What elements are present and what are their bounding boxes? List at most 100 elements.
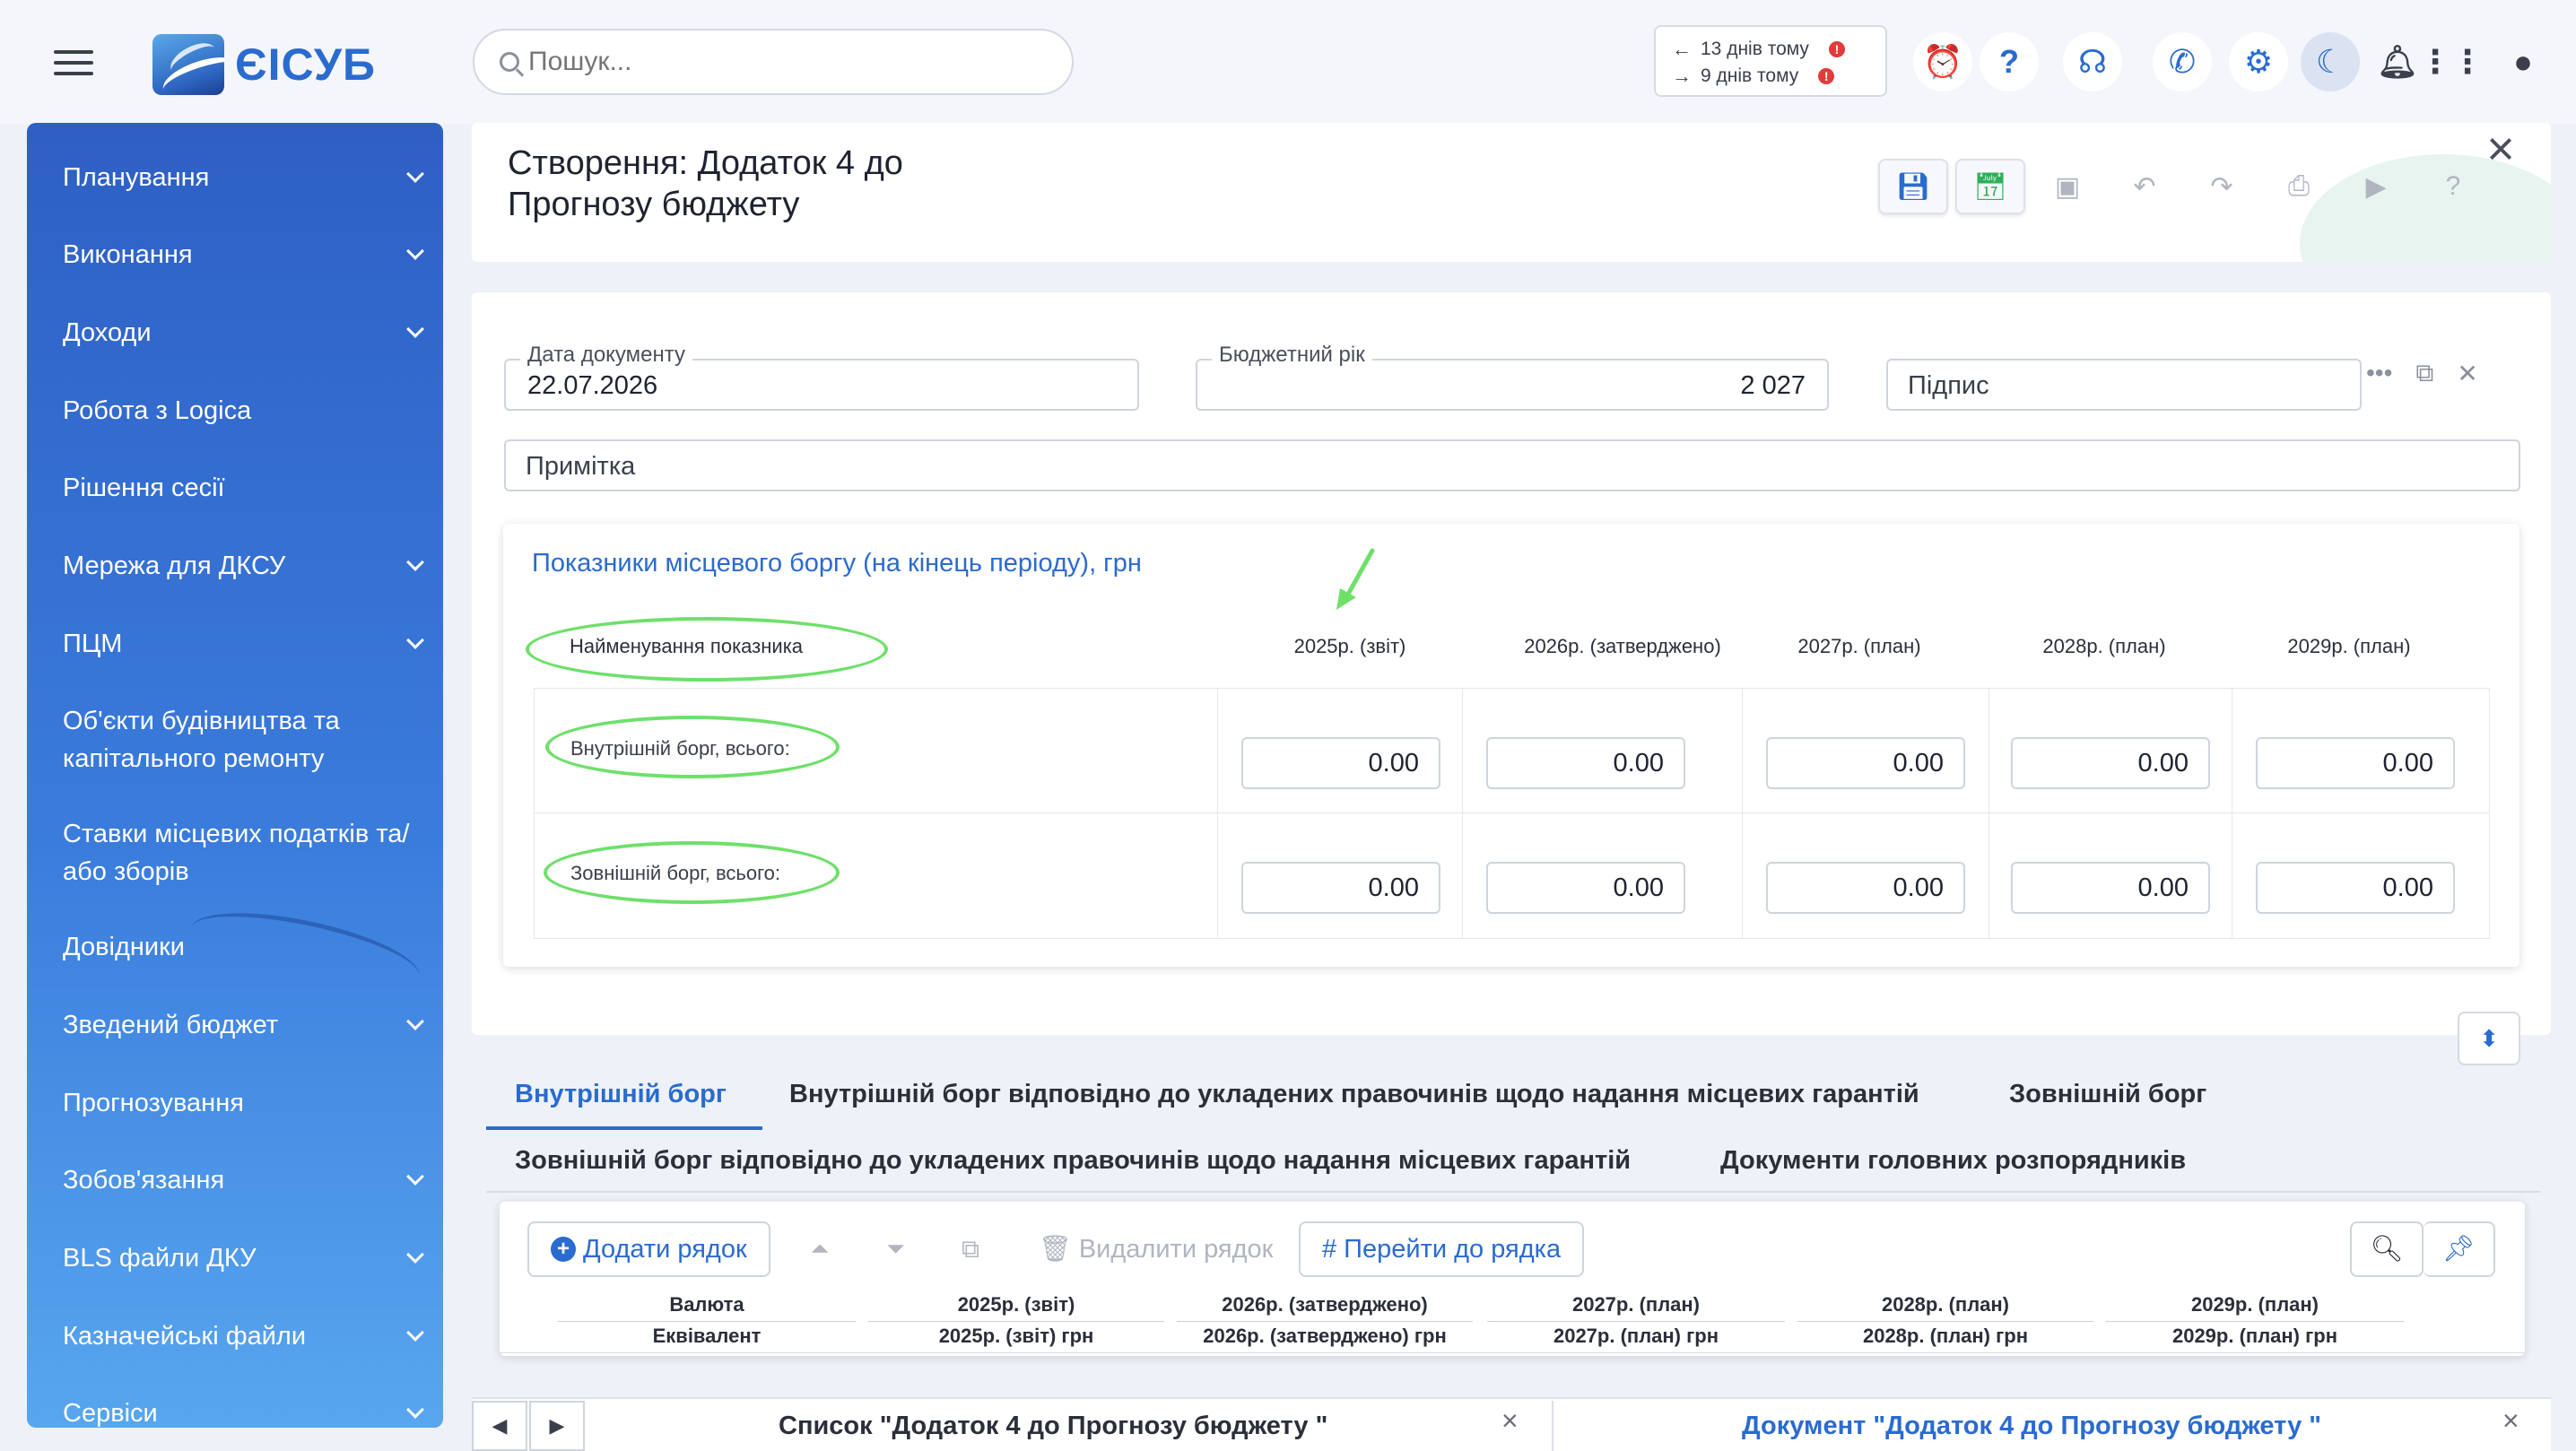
grid-header-2027-uah[interactable]: 2027р. (план) грн [1487,1325,1785,1348]
internal-debt-2028-input[interactable]: 0.00 [2011,737,2210,789]
sidebar-item-execution[interactable]: Виконання [63,236,424,274]
move-down-button[interactable]: ⏷ [865,1221,927,1277]
sidebar-item-forecasting[interactable]: Прогнозування [63,1084,422,1122]
sidebar-item-pcm[interactable]: ПЦМ [63,625,424,663]
grid-header-2027[interactable]: 2027р. (план) [1487,1293,1785,1316]
close-icon[interactable]: × [1501,1404,1519,1438]
signature-field[interactable]: Підпис [1886,359,2362,411]
sidebar-item-construction[interactable]: Об'єкти будівництва та капітального ремо… [63,702,422,778]
grid-header-2029-uah[interactable]: 2029р. (план) грн [2106,1325,2404,1348]
dark-mode-icon[interactable]: ☾ [2301,32,2360,91]
internal-debt-2026-input[interactable]: 0.00 [1486,737,1685,789]
close-icon[interactable]: × [2502,1404,2519,1438]
grid-header-2029[interactable]: 2029р. (план) [2106,1293,2404,1316]
tab-internal-debt[interactable]: Внутрішній борг [515,1080,727,1109]
grid-header-currency[interactable]: Валюта [558,1293,856,1316]
menu-icon[interactable] [54,50,93,75]
sidebar-item-treasury-files[interactable]: Казначейські файли [63,1317,424,1355]
pin-button[interactable]: 📌︎ [2424,1221,2495,1277]
alarm-clock-icon[interactable]: ⏰ [1913,32,1972,91]
calendar-check-icon[interactable]: ▣ [2032,159,2102,214]
sidebar-item-session-decisions[interactable]: Рішення сесії [63,469,422,507]
app-logo[interactable]: ЄІСУБ [152,34,376,95]
doc-date-field[interactable]: Дата документу 22.07.2026 [504,343,1139,411]
sidebar-item-services[interactable]: Сервіси [63,1395,424,1428]
user-avatar-icon[interactable]: ● [2493,32,2553,91]
sidebar-item-logica[interactable]: Робота з Logica [63,392,422,430]
more-icon[interactable]: ••• [2366,359,2392,388]
page-title: Створення: Додаток 4 до Прогнозу бюджету [508,144,903,223]
chevron-down-icon [406,165,424,183]
tab-internal-debt-guarantees[interactable]: Внутрішній борг відповідно до укладених … [789,1080,1919,1109]
apps-grid-icon[interactable]: ⋮⋮ [2419,32,2484,91]
sync-status[interactable]: ← 13 днів тому ! → 9 днів тому ! [1654,25,1887,97]
budget-year-field[interactable]: Бюджетний рік 2 027 [1196,343,1829,411]
tab-external-debt-guarantees[interactable]: Зовнішній борг відповідно до укладених п… [515,1146,1631,1176]
sidebar-item-income[interactable]: Доходи [63,314,424,352]
search-input[interactable] [528,47,1031,77]
tab-main-managers-documents[interactable]: Документи головних розпорядників [1720,1146,2186,1176]
grid-header-2025-uah[interactable]: 2025р. (звіт) грн [868,1325,1164,1348]
sidebar-item-network-dksu[interactable]: Мережа для ДКСУ [63,547,424,585]
search-icon [500,52,519,72]
external-link-icon[interactable]: ⧉ [2415,359,2433,388]
note-field[interactable]: Примітка [504,439,2520,491]
redo-icon[interactable]: ↷ [2187,159,2257,214]
annotation-oval [544,841,840,904]
save-button[interactable]: 💾︎ [1878,159,1948,214]
grid-header-equivalent[interactable]: Еквівалент [558,1325,856,1348]
debt-section-title: Показники місцевого боргу (на кінець пер… [532,549,1142,578]
chevron-down-icon [406,1401,424,1419]
sidebar-item-bls-files[interactable]: BLS файли ДКУ [63,1239,424,1277]
delete-row-button[interactable]: 🗑︎ Видалити рядок [1017,1221,1294,1277]
internal-debt-2025-input[interactable]: 0.00 [1241,737,1440,789]
collapse-toggle-button[interactable]: ⬍ [2458,1012,2520,1065]
internal-debt-2029-input[interactable]: 0.00 [2256,737,2455,789]
internal-debt-2027-input[interactable]: 0.00 [1766,737,1965,789]
undo-icon[interactable]: ↶ [2110,159,2180,214]
external-debt-2025-input[interactable]: 0.00 [1241,862,1440,914]
prev-task-button[interactable]: ◀ [472,1401,527,1451]
external-debt-2028-input[interactable]: 0.00 [2011,862,2210,914]
col-header-2029: 2029р. (план) [2287,635,2411,657]
task-list-tab[interactable]: Список "Додаток 4 до Прогнозу бюджету " [779,1412,1327,1441]
save-calendar-button[interactable]: 📅︎ [1955,159,2025,214]
tab-external-debt[interactable]: Зовнішній борг [2009,1080,2206,1109]
grid-header-2028-uah[interactable]: 2028р. (план) грн [1797,1325,2093,1348]
grid-header-2025[interactable]: 2025р. (звіт) [868,1293,1164,1316]
sidebar-item-references[interactable]: Довідники [63,928,422,966]
search-box[interactable] [473,29,1074,95]
add-row-button[interactable]: + Додати рядок [527,1221,770,1277]
goto-row-button[interactable]: # Перейти до рядка [1299,1221,1585,1277]
grid-header-2026-uah[interactable]: 2026р. (затверджено) грн [1177,1325,1473,1348]
close-icon[interactable]: × [2476,124,2526,174]
annotation-oval [526,617,888,682]
clear-icon[interactable]: ✕ [2457,359,2477,388]
chevron-down-icon [406,1168,424,1186]
headset-icon[interactable]: ☊ [2063,32,2122,91]
external-debt-2026-input[interactable]: 0.00 [1486,862,1685,914]
annotation-arrow-icon [1336,548,1375,610]
grid-header-2028[interactable]: 2028р. (план) [1797,1293,2093,1316]
alert-icon: ! [1828,41,1845,57]
video-icon[interactable]: ▶ [2341,159,2411,214]
sidebar-item-obligations[interactable]: Зобов'язання [63,1161,424,1199]
help-icon[interactable]: ? [1980,32,2039,91]
search-grid-button[interactable]: 🔍︎ [2350,1221,2424,1277]
copy-button[interactable]: ⧉ [940,1221,1001,1277]
task-document-tab[interactable]: Документ "Додаток 4 до Прогнозу бюджету … [1742,1412,2321,1441]
next-task-button[interactable]: ▶ [529,1401,585,1451]
sidebar-item-planning[interactable]: Планування [63,159,424,196]
move-up-button[interactable]: ⏶ [789,1221,851,1277]
sidebar-item-consolidated-budget[interactable]: Зведений бюджет [63,1006,424,1044]
chevron-down-icon [406,1012,424,1030]
print-icon[interactable]: ⎙ [2264,159,2334,214]
phone-icon[interactable]: ✆ [2153,32,2212,91]
document-header: Створення: Додаток 4 до Прогнозу бюджету… [472,123,2551,262]
sidebar-item-tax-rates[interactable]: Ставки місцевих податків та/або зборів [63,815,422,891]
external-debt-2027-input[interactable]: 0.00 [1766,862,1965,914]
external-debt-2029-input[interactable]: 0.00 [2256,862,2455,914]
logo-mark-icon [152,34,224,95]
grid-header-2026[interactable]: 2026р. (затверджено) [1177,1293,1473,1316]
gear-icon[interactable]: ⚙ [2229,32,2288,91]
